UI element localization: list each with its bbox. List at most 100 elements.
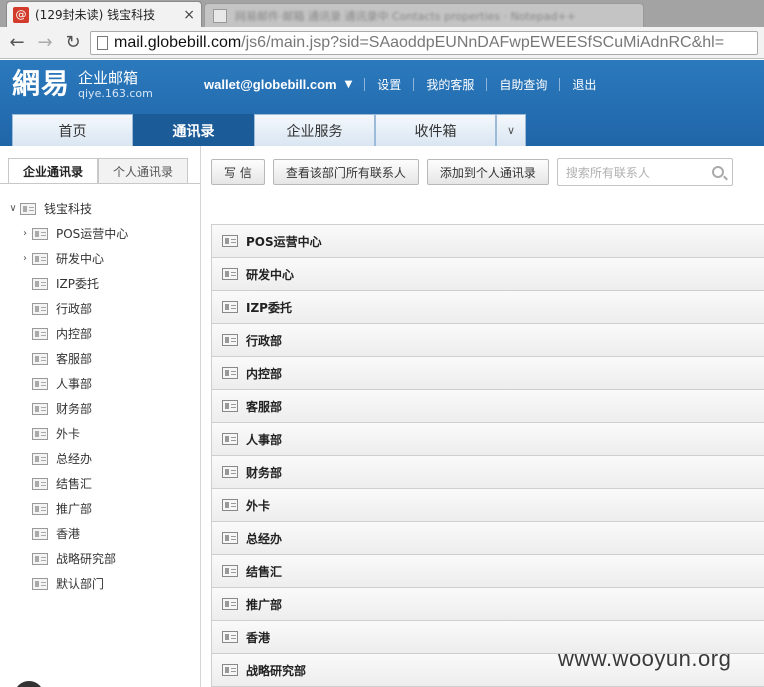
tree-item[interactable]: 人事部	[0, 371, 200, 396]
tree-item[interactable]: 结售汇	[0, 471, 200, 496]
tree-item-label: 客服部	[56, 352, 93, 366]
netease-logo[interactable]: 網易 企业邮箱 qiye.163.com	[12, 66, 153, 102]
department-row[interactable]: 结售汇	[211, 555, 764, 588]
department-row[interactable]: 行政部	[211, 324, 764, 357]
department-row[interactable]: 研发中心	[211, 258, 764, 291]
tab-enterprise-contacts[interactable]: 企业通讯录	[8, 158, 99, 184]
contact-search-input[interactable]: 搜索所有联系人	[556, 158, 733, 186]
account-name[interactable]: wallet@globebill.com	[204, 77, 337, 92]
tree-item-label: 默认部门	[56, 577, 105, 591]
org-card-icon	[222, 499, 238, 511]
tree-item[interactable]: › 研发中心	[0, 246, 200, 271]
department-name: POS运营中心	[246, 234, 322, 249]
view-all-contacts-button[interactable]: 查看该部门所有联系人	[272, 159, 419, 185]
org-card-icon	[222, 367, 238, 379]
url-host: mail.globebill.com	[114, 33, 242, 51]
tab-contacts[interactable]: 通讯录	[133, 114, 254, 146]
tab-inbox[interactable]: 收件箱	[375, 114, 496, 146]
write-mail-button[interactable]: 写 信	[211, 159, 265, 185]
org-card-icon	[222, 598, 238, 610]
reload-icon[interactable]: ↻	[62, 32, 84, 54]
tree-root[interactable]: ∨ 钱宝科技	[0, 196, 200, 221]
tree-item[interactable]: 行政部	[0, 296, 200, 321]
tree-item[interactable]: 总经办	[0, 446, 200, 471]
department-name: 香港	[246, 630, 271, 645]
tree-item-label: 研发中心	[56, 252, 105, 266]
tab-personal-contacts[interactable]: 个人通讯录	[98, 158, 189, 184]
tree-item[interactable]: 推广部	[0, 496, 200, 521]
tree-item-label: POS运营中心	[56, 227, 129, 241]
logout-link[interactable]: 退出	[572, 76, 596, 93]
org-card-icon	[222, 631, 238, 643]
department-name: 结售汇	[246, 564, 283, 579]
org-card-icon	[20, 202, 36, 215]
tree-item[interactable]: 默认部门	[0, 571, 200, 596]
browser-toolbar: ← → ↻ mail.globebill.com/js6/main.jsp?si…	[0, 27, 764, 59]
page-icon	[97, 35, 108, 50]
department-row[interactable]: 财务部	[211, 456, 764, 489]
settings-link[interactable]: 设置	[377, 76, 401, 93]
browser-tab-strip: @ (129封未读) 钱宝科技 × 网易邮件·邮箱 通讯录 通讯录中 Conta…	[0, 0, 764, 27]
forward-arrow-icon[interactable]: →	[34, 32, 56, 54]
tab-home[interactable]: 首页	[12, 114, 133, 146]
department-row[interactable]: IZP委托	[211, 291, 764, 324]
department-row[interactable]: 总经办	[211, 522, 764, 555]
customer-service-link[interactable]: 我的客服	[426, 76, 474, 93]
department-name: 推广部	[246, 597, 283, 612]
main-tabs: 首页 通讯录 企业服务 收件箱 ∨	[12, 114, 526, 146]
tree-item[interactable]: 香港	[0, 521, 200, 546]
org-tree: ∨ 钱宝科技 › POS运营中心 › 研发中心 IZP委托 行政部 内控部 客服…	[0, 196, 200, 596]
org-card-icon	[222, 400, 238, 412]
browser-tab-inactive[interactable]: 网易邮件·邮箱 通讯录 通讯录中 Contacts properties · N…	[204, 3, 644, 27]
tree-item[interactable]: 内控部	[0, 321, 200, 346]
back-arrow-icon[interactable]: ←	[6, 32, 28, 54]
department-row[interactable]: 外卡	[211, 489, 764, 522]
browser-tab-title: (129封未读) 钱宝科技	[35, 8, 156, 22]
divider	[559, 77, 561, 91]
tree-item-label: 总经办	[56, 452, 93, 466]
tree-item-label: 香港	[56, 527, 81, 541]
divider	[413, 77, 415, 91]
tree-root-label: 钱宝科技	[44, 202, 93, 216]
contacts-content: 写 信 查看该部门所有联系人 添加到个人通讯录 搜索所有联系人 POS运营中心 …	[201, 146, 764, 687]
chevron-right-icon[interactable]: ›	[18, 228, 32, 239]
org-card-icon	[32, 577, 48, 590]
tab-enterprise-services[interactable]: 企业服务	[254, 114, 375, 146]
department-name: 研发中心	[246, 267, 295, 282]
department-row[interactable]: POS运营中心	[211, 225, 764, 258]
tree-item[interactable]: 外卡	[0, 421, 200, 446]
self-service-link[interactable]: 自助查询	[499, 76, 547, 93]
tree-item-label: 人事部	[56, 377, 93, 391]
org-card-icon	[32, 377, 48, 390]
org-card-icon	[32, 502, 48, 515]
chevron-down-icon[interactable]: ▼	[345, 79, 353, 90]
search-icon[interactable]	[711, 166, 724, 178]
org-card-icon	[32, 302, 48, 315]
close-tab-icon[interactable]: ×	[183, 7, 195, 23]
tree-item[interactable]: › POS运营中心	[0, 221, 200, 246]
address-bar[interactable]: mail.globebill.com/js6/main.jsp?sid=SAao…	[90, 30, 758, 55]
department-name: 财务部	[246, 465, 283, 480]
tree-item[interactable]: IZP委托	[0, 271, 200, 296]
org-card-icon	[32, 277, 48, 290]
org-card-icon	[32, 552, 48, 565]
divider	[486, 77, 488, 91]
department-row[interactable]: 客服部	[211, 390, 764, 423]
department-list: POS运营中心 研发中心 IZP委托 行政部 内控部 客服部 人事部 财务部 外…	[211, 224, 764, 687]
department-name: 行政部	[246, 333, 283, 348]
department-row[interactable]: 推广部	[211, 588, 764, 621]
department-row[interactable]: 人事部	[211, 423, 764, 456]
department-name: 人事部	[246, 432, 283, 447]
chevron-right-icon[interactable]: ›	[18, 253, 32, 264]
org-card-icon	[222, 466, 238, 478]
browser-tab-active[interactable]: @ (129封未读) 钱宝科技 ×	[6, 1, 202, 27]
department-name: 客服部	[246, 399, 283, 414]
org-card-icon	[222, 433, 238, 445]
department-row[interactable]: 内控部	[211, 357, 764, 390]
tree-item[interactable]: 客服部	[0, 346, 200, 371]
tree-item[interactable]: 战略研究部	[0, 546, 200, 571]
add-to-personal-button[interactable]: 添加到个人通讯录	[426, 159, 549, 185]
tree-item[interactable]: 财务部	[0, 396, 200, 421]
more-tabs-chevron-icon[interactable]: ∨	[496, 114, 526, 146]
chevron-down-icon[interactable]: ∨	[6, 203, 20, 214]
